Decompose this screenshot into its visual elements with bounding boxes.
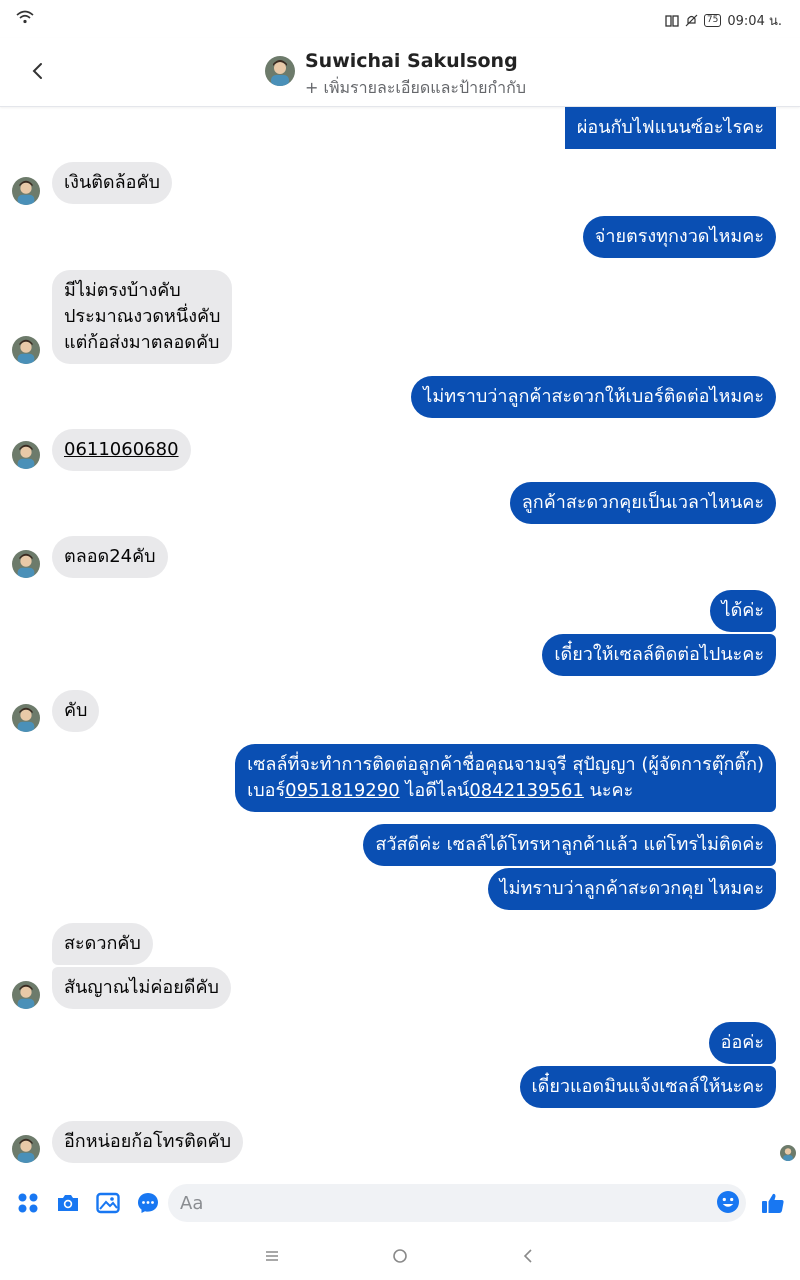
home-button[interactable] <box>385 1242 415 1270</box>
message-outgoing[interactable]: สวัสดีค่ะ เซลล์ได้โทรหาลูกค้าแล้ว แต่โทร… <box>363 824 776 866</box>
message-outgoing[interactable]: จ่ายตรงทุกงวดไหมคะ <box>582 216 776 258</box>
emoji-button[interactable] <box>716 1190 740 1214</box>
message-incoming[interactable]: อีกหน่อยก้อโทรติดคับ <box>52 1121 243 1163</box>
like-icon <box>762 1193 784 1213</box>
message-incoming[interactable]: สะดวกคับ <box>52 923 153 965</box>
message-incoming[interactable]: มีไม่ตรงบ้างคับ ประมาณงวดหนึ่งคับ แต่ก้อ… <box>52 270 233 364</box>
message-outgoing[interactable]: ไม่ทราบว่าลูกค้าสะดวกคุย ไหมคะ <box>487 868 776 910</box>
phone-link[interactable]: 0951819290 <box>285 780 400 801</box>
message-line: แต่ก้อส่งมาตลอดคับ <box>64 332 220 353</box>
emoji-icon <box>717 1191 739 1213</box>
message-text: นะคะ <box>583 780 634 801</box>
message-line: มีไม่ตรงบ้างคับ <box>64 280 181 301</box>
message-text: ไอดีไลน์ <box>399 780 470 801</box>
message-outgoing[interactable]: ลูกค้าสะดวกคุยเป็นเวลาไหนคะ <box>509 482 776 524</box>
like-button[interactable] <box>760 1190 786 1216</box>
message-outgoing[interactable]: อ่อค่ะ <box>708 1022 776 1064</box>
back-button[interactable] <box>22 56 52 86</box>
message-line: เบอร์0951819290 ไอดีไลน์0842139561 นะคะ <box>247 778 764 804</box>
recent-apps-button[interactable] <box>257 1242 287 1270</box>
camera-button[interactable] <box>55 1190 81 1216</box>
sender-avatar <box>12 1135 40 1163</box>
home-icon <box>393 1249 407 1263</box>
gallery-button[interactable] <box>95 1190 121 1216</box>
message-input[interactable] <box>168 1184 746 1222</box>
chat-extras-button[interactable] <box>135 1190 161 1216</box>
message-line: เซลล์ที่จะทำการติดต่อลูกค้าชื่อคุณจามจุร… <box>247 754 764 775</box>
add-details-link[interactable]: + เพิ่มรายละเอียดและป้ายกำกับ <box>305 76 526 101</box>
message-outgoing[interactable]: ได้ค่ะ <box>709 590 776 632</box>
battery-level: 75 <box>703 14 722 27</box>
message-incoming[interactable]: ตลอด24คับ <box>52 536 168 578</box>
contact-avatar[interactable] <box>265 56 295 86</box>
seen-indicator-avatar <box>780 1145 796 1161</box>
gallery-icon <box>96 1192 120 1214</box>
message-thread[interactable]: ผ่อนกับไฟแนนซ์อะไรคะ เงินติดล้อคับ จ่ายต… <box>0 107 800 1167</box>
message-outgoing[interactable]: เดี๋ยวให้เซลล์ติดต่อไปนะคะ <box>542 634 776 676</box>
contact-name[interactable]: Suwichai Sakulsong <box>305 50 518 72</box>
sender-avatar <box>12 441 40 469</box>
sender-avatar <box>12 177 40 205</box>
camera-icon <box>58 1195 78 1211</box>
message-incoming[interactable]: สันญาณไม่ค่อยดีคับ <box>52 967 231 1009</box>
conversation-header: Suwichai Sakulsong + เพิ่มรายละเอียดและป… <box>0 38 800 107</box>
sender-avatar <box>12 704 40 732</box>
sender-avatar <box>12 550 40 578</box>
sender-avatar <box>12 336 40 364</box>
message-outgoing[interactable]: เดี๋ยวแอดมินแจ้งเซลล์ให้นะคะ <box>519 1066 776 1108</box>
message-composer <box>0 1178 800 1230</box>
line-id-link[interactable]: 0842139561 <box>469 780 584 801</box>
system-nav-bar <box>0 1232 800 1280</box>
bell-off-icon <box>685 14 698 27</box>
sender-avatar <box>12 981 40 1009</box>
back-icon <box>32 63 42 79</box>
message-outgoing[interactable]: เซลล์ที่จะทำการติดต่อลูกค้าชื่อคุณจามจุร… <box>235 744 776 812</box>
apps-button[interactable] <box>15 1190 41 1216</box>
menu-icon <box>266 1251 278 1261</box>
book-icon <box>665 14 679 27</box>
apps-icon <box>18 1193 38 1213</box>
nav-back-icon <box>523 1249 532 1263</box>
message-line: ประมาณงวดหนึ่งคับ <box>64 306 221 327</box>
message-incoming[interactable]: คับ <box>52 690 100 732</box>
phone-link-message[interactable]: 0611060680 <box>52 429 191 471</box>
wifi-icon <box>16 10 34 24</box>
message-text: เบอร์ <box>247 780 286 801</box>
message-outgoing[interactable]: ผ่อนกับไฟแนนซ์อะไรคะ <box>564 107 776 149</box>
status-bar: 75 09:04 น. <box>0 0 800 38</box>
message-incoming[interactable]: เงินติดล้อคับ <box>52 162 172 204</box>
message-outgoing[interactable]: ไม่ทราบว่าลูกค้าสะดวกให้เบอร์ติดต่อไหมคะ <box>411 376 776 418</box>
chat-icon <box>138 1193 158 1213</box>
system-back-button[interactable] <box>513 1242 543 1270</box>
clock: 09:04 น. <box>727 14 782 29</box>
